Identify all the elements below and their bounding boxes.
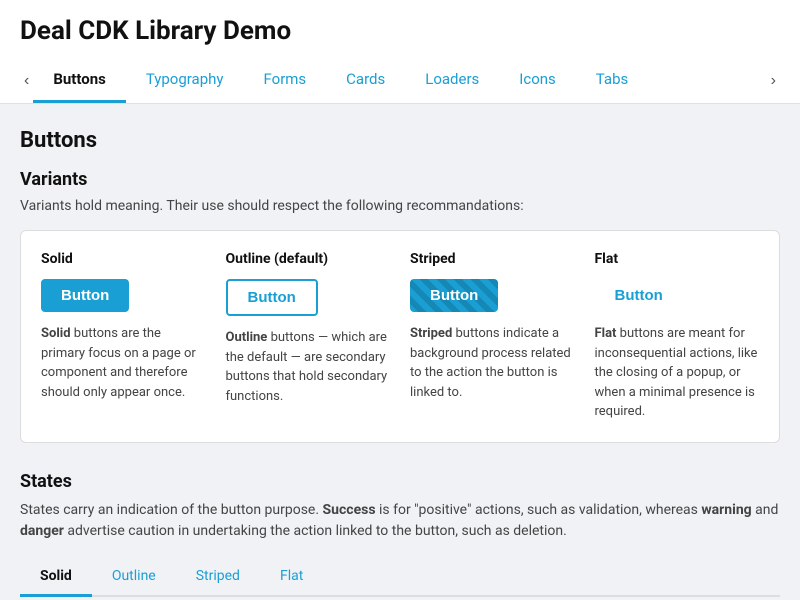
variants-box: Solid Button Solid buttons are the prima… [20, 230, 780, 443]
tab-buttons[interactable]: Buttons [33, 58, 126, 103]
states-tab-flat[interactable]: Flat [260, 558, 323, 597]
variant-striped-label: Striped [410, 251, 575, 267]
variant-solid-label: Solid [41, 251, 206, 267]
variant-striped-desc: Striped buttons indicate a background pr… [410, 324, 575, 402]
nav-next-button[interactable]: › [767, 64, 780, 98]
striped-button[interactable]: Button [410, 279, 498, 312]
variant-flat: Flat Button Flat buttons are meant for i… [595, 251, 760, 422]
nav-prev-button[interactable]: ‹ [20, 64, 33, 98]
flat-button[interactable]: Button [595, 279, 683, 312]
variants-description: Variants hold meaning. Their use should … [20, 198, 780, 214]
variant-outline-desc: Outline buttons — which are the default … [226, 328, 391, 406]
states-title: States [20, 471, 780, 492]
header: Deal CDK Library Demo ‹ Buttons Typograp… [0, 0, 800, 104]
page-wrapper: Deal CDK Library Demo ‹ Buttons Typograp… [0, 0, 800, 600]
tab-forms[interactable]: Forms [244, 58, 327, 103]
states-section: States States carry an indication of the… [20, 471, 780, 600]
states-tabs: Solid Outline Striped Flat [20, 558, 780, 597]
states-tab-outline[interactable]: Outline [92, 558, 176, 597]
variant-outline: Outline (default) Button Outline buttons… [226, 251, 391, 422]
nav-tabs: Buttons Typography Forms Cards Loaders I… [33, 58, 766, 103]
tab-loaders[interactable]: Loaders [405, 58, 499, 103]
states-description: States carry an indication of the button… [20, 500, 780, 542]
outline-button[interactable]: Button [226, 279, 318, 316]
states-tab-solid[interactable]: Solid [20, 558, 92, 597]
nav-wrapper: ‹ Buttons Typography Forms Cards Loaders… [20, 58, 780, 103]
tab-icons[interactable]: Icons [499, 58, 576, 103]
tab-cards[interactable]: Cards [326, 58, 405, 103]
variant-solid: Solid Button Solid buttons are the prima… [41, 251, 206, 422]
tab-tabs[interactable]: Tabs [576, 58, 648, 103]
main-content: Buttons Variants Variants hold meaning. … [0, 104, 800, 600]
solid-button[interactable]: Button [41, 279, 129, 312]
tab-typography[interactable]: Typography [126, 58, 244, 103]
variant-solid-desc: Solid buttons are the primary focus on a… [41, 324, 206, 402]
variants-title: Variants [20, 169, 780, 190]
states-tab-striped[interactable]: Striped [176, 558, 260, 597]
page-title: Deal CDK Library Demo [20, 16, 780, 46]
variant-striped: Striped Button Striped buttons indicate … [410, 251, 575, 422]
buttons-title: Buttons [20, 128, 780, 153]
variant-flat-label: Flat [595, 251, 760, 267]
variant-flat-desc: Flat buttons are meant for inconsequenti… [595, 324, 760, 422]
variant-outline-label: Outline (default) [226, 251, 391, 267]
